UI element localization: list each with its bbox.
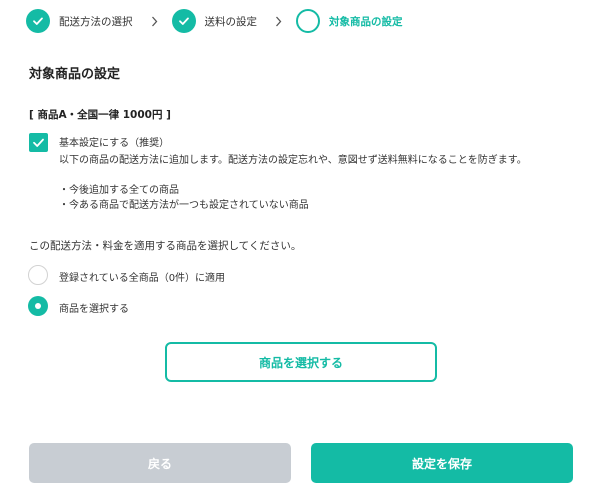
radio-selected-dot: [35, 303, 41, 309]
default-setting-checkbox[interactable]: [29, 133, 48, 152]
default-setting-label: 基本設定にする（推奨）: [59, 138, 170, 149]
select-products-button[interactable]: 商品を選択する: [165, 342, 437, 382]
check-icon: [33, 138, 44, 147]
radio-all-products[interactable]: [28, 265, 48, 285]
step-label: 対象商品の設定: [329, 15, 403, 28]
chevron-right-icon: [151, 16, 158, 27]
description-bullet: ・今後追加する全ての商品: [59, 185, 179, 196]
step-label: 送料の設定: [204, 15, 258, 28]
instruction-text: この配送方法・料金を適用する商品を選択してください。: [29, 240, 302, 252]
description-bullet: ・今ある商品で配送方法が一つも設定されていない商品: [59, 200, 309, 211]
step-shipping-fee: 送料の設定: [171, 9, 258, 33]
step-shipping-method: 配送方法の選択: [26, 9, 133, 33]
product-heading: [ 商品A・全国一律 1000円 ]: [29, 109, 171, 121]
step-complete-check-icon: [171, 9, 196, 33]
step-complete-check-icon: [26, 9, 50, 33]
radio-select-products-label: 商品を選択する: [59, 304, 129, 315]
chevron-right-icon: [275, 16, 282, 27]
default-setting-description: 以下の商品の配送方法に追加します。配送方法の設定忘れや、意図せず送料無料になるこ…: [59, 155, 527, 166]
step-current-circle-icon: [296, 9, 320, 33]
stepper: 配送方法の選択 送料の設定 対象商品の設定: [26, 8, 403, 34]
save-settings-button[interactable]: 設定を保存: [311, 443, 573, 483]
back-button[interactable]: 戻る: [29, 443, 291, 483]
step-target-products: 対象商品の設定: [296, 9, 403, 33]
radio-all-products-label: 登録されている全商品（0件）に適用: [59, 273, 226, 284]
page-title: 対象商品の設定: [29, 67, 121, 82]
step-label: 配送方法の選択: [59, 15, 133, 28]
radio-select-products[interactable]: [28, 296, 48, 316]
